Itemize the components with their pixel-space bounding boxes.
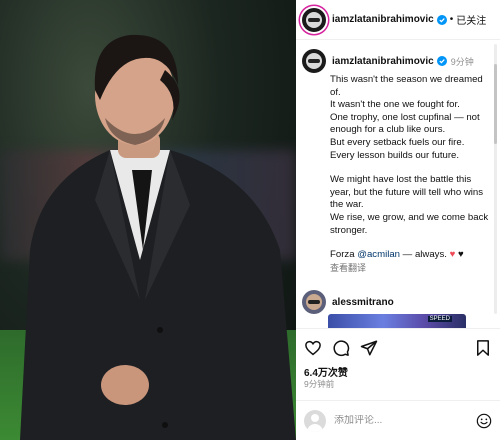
comment-input[interactable] [334, 415, 476, 426]
comment-item: alessmitrano [296, 290, 500, 328]
caption-closing-line: Forza @acmilan — always. ♥ ♥ [330, 249, 464, 261]
caption-line: One trophy, one lost cupfinal — not enou… [330, 111, 480, 136]
commenter-username[interactable]: alessmitrano [332, 297, 394, 308]
black-heart-emoji: ♥ [457, 249, 464, 261]
heart-icon[interactable] [304, 339, 322, 357]
verified-badge-icon [436, 56, 447, 66]
red-heart-emoji: ♥ [449, 249, 456, 261]
caption-text: This wasn't the season we dreamed of. It… [296, 73, 500, 274]
caption-scroll-area[interactable]: iamzlatanibrahimovic 9分钟 This wasn't the… [296, 41, 500, 285]
post-header: iamzlatanibrahimovic • 已关注 [296, 0, 500, 40]
caption-author-avatar[interactable] [302, 49, 326, 73]
comment-header: alessmitrano [302, 290, 494, 314]
post-panel: iamzlatanibrahimovic • 已关注 iamzlatanibra… [296, 0, 500, 440]
post-timestamp: 9分钟前 [304, 379, 335, 389]
current-user-avatar [304, 409, 326, 432]
verified-badge-icon [436, 14, 447, 25]
caption-line: We might have lost the battle this year,… [330, 174, 484, 211]
post-actions-bar [296, 328, 500, 366]
comment-media-thumbnail[interactable] [328, 314, 466, 328]
author-username[interactable]: iamzlatanibrahimovic [332, 14, 434, 25]
commenter-avatar[interactable] [302, 290, 326, 314]
caption-timestamp: 9分钟 [450, 56, 474, 67]
header-separator: • [449, 14, 454, 25]
see-translation-link[interactable]: 查看翻译 [330, 262, 490, 275]
acmilan-mention-link[interactable]: @acmilan [357, 249, 400, 260]
author-avatar[interactable] [302, 7, 326, 32]
comment-icon[interactable] [332, 339, 350, 357]
caption-line: It wasn't the one we fought for. [330, 99, 460, 111]
comments-scrollbar[interactable] [494, 44, 497, 314]
caption-line: But every setback fuels our fire. Every … [330, 136, 465, 161]
share-icon[interactable] [360, 339, 378, 357]
caption-username[interactable]: iamzlatanibrahimovic [332, 56, 434, 67]
add-comment-bar [296, 400, 500, 440]
caption-header: iamzlatanibrahimovic 9分钟 [296, 41, 500, 73]
caption-line: We rise, we grow, and we come back stron… [330, 211, 489, 236]
bookmark-icon[interactable] [474, 339, 492, 357]
likes-count[interactable]: 6.4万次赞 [304, 364, 348, 379]
emoji-icon[interactable] [476, 413, 492, 429]
post-image [0, 0, 296, 440]
man-in-suit-illustration [20, 34, 296, 440]
caption-line: This wasn't the season we dreamed of. [330, 74, 483, 98]
following-button[interactable]: 已关注 [456, 12, 486, 27]
